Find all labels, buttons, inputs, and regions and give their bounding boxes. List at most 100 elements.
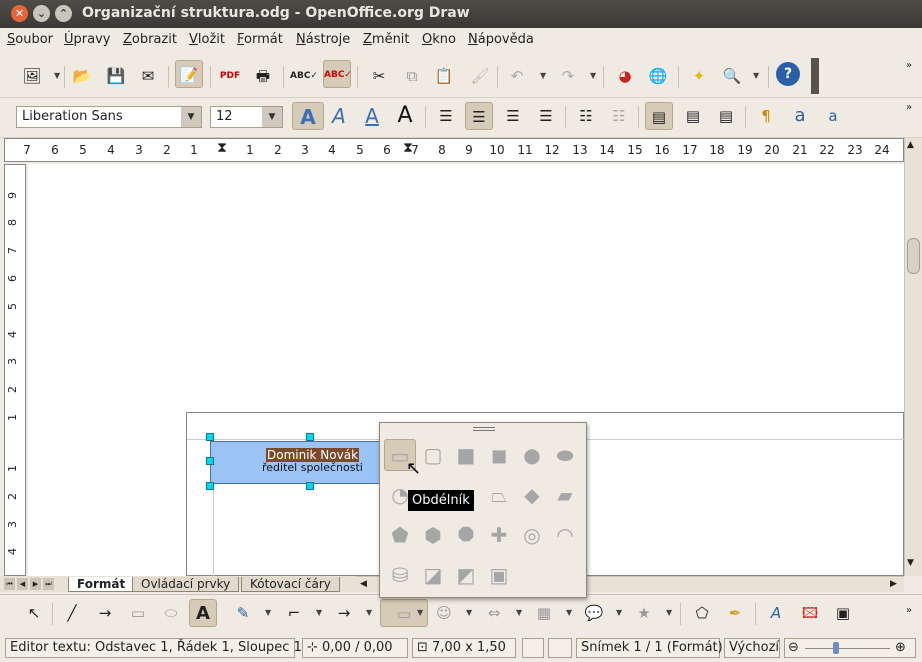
prev-tab-icon[interactable]: ◀ xyxy=(17,578,28,590)
increase-font-icon[interactable]: a xyxy=(786,102,814,130)
align-center-icon[interactable]: ☰ xyxy=(465,102,493,130)
redo-icon[interactable]: ↷ xyxy=(554,62,582,90)
autospellcheck-icon[interactable]: ABC✓ xyxy=(323,60,352,88)
square-shape-icon[interactable]: ■ xyxy=(450,439,482,471)
insert-image-icon[interactable]: 🖾 xyxy=(796,599,824,627)
stars-icon[interactable]: ★ xyxy=(630,599,658,627)
chart-icon[interactable]: ◕ xyxy=(611,62,639,90)
chevron-down-icon[interactable]: ▼ xyxy=(417,608,423,617)
tab-format[interactable]: Formát xyxy=(68,577,135,592)
zoom-in-icon[interactable]: ⊕ xyxy=(895,640,906,655)
scroll-down-icon[interactable]: ▼ xyxy=(907,558,914,568)
popup-grip[interactable] xyxy=(473,427,495,431)
chevron-down-icon[interactable]: ▼ xyxy=(540,71,546,80)
ring-shape-icon[interactable]: ◎ xyxy=(516,519,548,551)
scroll-right-icon[interactable]: ▶ xyxy=(890,579,897,589)
new-document-icon[interactable]: 🖼 xyxy=(18,62,46,90)
print-icon[interactable]: 🖶 xyxy=(249,62,277,90)
toolbar-overflow-icon[interactable]: » xyxy=(906,605,912,616)
rectangle-icon[interactable]: ▭ xyxy=(124,599,152,627)
cut-icon[interactable]: ✂ xyxy=(365,62,393,90)
align-left-icon[interactable]: ☰ xyxy=(432,102,460,130)
line-arrow-icon[interactable]: → xyxy=(91,599,119,627)
menu-vlozit[interactable]: Vložit xyxy=(189,32,225,47)
line-icon[interactable]: ╱ xyxy=(58,599,86,627)
menu-zmenit[interactable]: Změnit xyxy=(363,32,410,47)
chevron-down-icon[interactable]: ▼ xyxy=(753,71,759,80)
chevron-down-icon[interactable]: ▼ xyxy=(590,71,596,80)
spellcheck-icon[interactable]: ABC✓ xyxy=(290,62,318,90)
selection-handle[interactable] xyxy=(206,457,214,465)
circle-shape-icon[interactable]: ● xyxy=(516,439,548,471)
chevron-down-icon[interactable]: ▼ xyxy=(466,608,472,617)
paragraph-icon[interactable]: ¶ xyxy=(752,102,780,130)
chevron-down-icon[interactable]: ▼ xyxy=(616,608,622,617)
font-name-combo[interactable]: Liberation Sans ▼ xyxy=(16,106,202,128)
zoom-thumb[interactable] xyxy=(833,642,839,654)
frame-shape-icon[interactable]: ▣ xyxy=(483,559,515,591)
selection-handle[interactable] xyxy=(306,433,314,441)
center-align-icon[interactable]: ▤ xyxy=(679,102,707,130)
lines-arrows-icon[interactable]: → xyxy=(330,599,358,627)
toolbar-overflow-icon[interactable]: » xyxy=(906,60,912,71)
text-shadow-icon[interactable]: A xyxy=(391,102,419,130)
ellipse-shape-icon[interactable]: ⬬ xyxy=(549,439,581,471)
menu-format[interactable]: Formát xyxy=(237,32,283,47)
hexagon-shape-icon[interactable]: ⬢ xyxy=(417,519,449,551)
list-bullets-icon[interactable]: ☷ xyxy=(572,102,600,130)
text-outline-icon[interactable]: A xyxy=(292,102,324,130)
ellipse-icon[interactable]: ⬭ xyxy=(157,599,185,627)
menu-napoveda[interactable]: Nápověda xyxy=(468,32,534,47)
gallery-star-icon[interactable]: ✦ xyxy=(685,62,713,90)
last-tab-icon[interactable]: ⏭ xyxy=(43,578,54,590)
zoom-slider[interactable]: ⊖ ⊕ xyxy=(784,638,916,658)
top-align-icon[interactable]: ▤ xyxy=(645,102,673,130)
chevron-down-icon[interactable]: ▼ xyxy=(666,608,672,617)
next-tab-icon[interactable]: ▶ xyxy=(30,578,41,590)
help-icon[interactable]: ? xyxy=(776,62,800,86)
cross-shape-icon[interactable]: ✚ xyxy=(483,519,515,551)
points-icon[interactable]: ⬠ xyxy=(688,599,716,627)
justify-icon[interactable]: ☰ xyxy=(532,102,560,130)
fontwork-icon[interactable]: A xyxy=(762,599,790,627)
toolbar-grip[interactable] xyxy=(811,58,819,94)
chevron-down-icon[interactable]: ▼ xyxy=(181,107,201,127)
cube-shape-icon[interactable]: ◪ xyxy=(417,559,449,591)
email-icon[interactable]: ✉ xyxy=(134,62,162,90)
menu-upravy[interactable]: Úpravy xyxy=(64,32,110,47)
copy-icon[interactable]: ⧉ xyxy=(398,62,426,90)
select-arrow-icon[interactable]: ↖ xyxy=(20,599,48,627)
selection-handle[interactable] xyxy=(206,433,214,441)
indent-marker-icon[interactable]: ⧗ xyxy=(217,140,227,156)
octagon-shape-icon[interactable]: ⯃ xyxy=(450,519,482,551)
undo-icon[interactable]: ↶ xyxy=(503,62,531,90)
cylinder-shape-icon[interactable]: ⛁ xyxy=(384,559,416,591)
selection-handle[interactable] xyxy=(306,482,314,490)
shape-text-title[interactable]: ředitel společnosti xyxy=(262,461,363,474)
curve-icon[interactable]: ✎ xyxy=(229,599,257,627)
callouts-icon[interactable]: 💬 xyxy=(580,599,608,627)
symbol-shapes-icon[interactable]: ☺ xyxy=(430,599,458,627)
chevron-down-icon[interactable]: ▼ xyxy=(265,608,271,617)
rounded-rectangle-shape-icon[interactable]: ▢ xyxy=(417,439,449,471)
menu-zobrazit[interactable]: Zobrazit xyxy=(123,32,177,47)
block-arc-shape-icon[interactable]: ◠ xyxy=(549,519,581,551)
decrease-font-icon[interactable]: a xyxy=(819,102,847,130)
chevron-down-icon[interactable]: ▼ xyxy=(262,107,282,127)
tab-kotovaci-cary[interactable]: Kótovací čáry xyxy=(241,577,340,592)
hyperlink-icon[interactable]: 🌐 xyxy=(644,62,672,90)
chevron-down-icon[interactable]: ▼ xyxy=(516,608,522,617)
scroll-thumb[interactable] xyxy=(907,238,920,274)
toolbar-overflow-icon[interactable]: » xyxy=(906,102,912,113)
vertical-scrollbar[interactable]: ▲ ▼ xyxy=(904,138,922,576)
maximize-icon[interactable]: ⌃ xyxy=(55,5,72,22)
trapezoid-shape-icon[interactable]: ⏢ xyxy=(483,479,515,511)
vertical-ruler[interactable]: 9 8 7 6 5 4 3 2 1 1 2 3 4 xyxy=(4,164,26,576)
bottom-align-icon[interactable]: ▤ xyxy=(712,102,740,130)
text-tool-icon[interactable]: A xyxy=(189,599,217,627)
format-paintbrush-icon[interactable]: 🖌 xyxy=(466,62,494,90)
export-pdf-icon[interactable]: PDF xyxy=(216,62,244,90)
scroll-up-icon[interactable]: ▲ xyxy=(907,140,914,150)
tab-ovladaci-prvky[interactable]: Ovládací prvky xyxy=(132,577,240,592)
diamond-shape-icon[interactable]: ◆ xyxy=(516,479,548,511)
